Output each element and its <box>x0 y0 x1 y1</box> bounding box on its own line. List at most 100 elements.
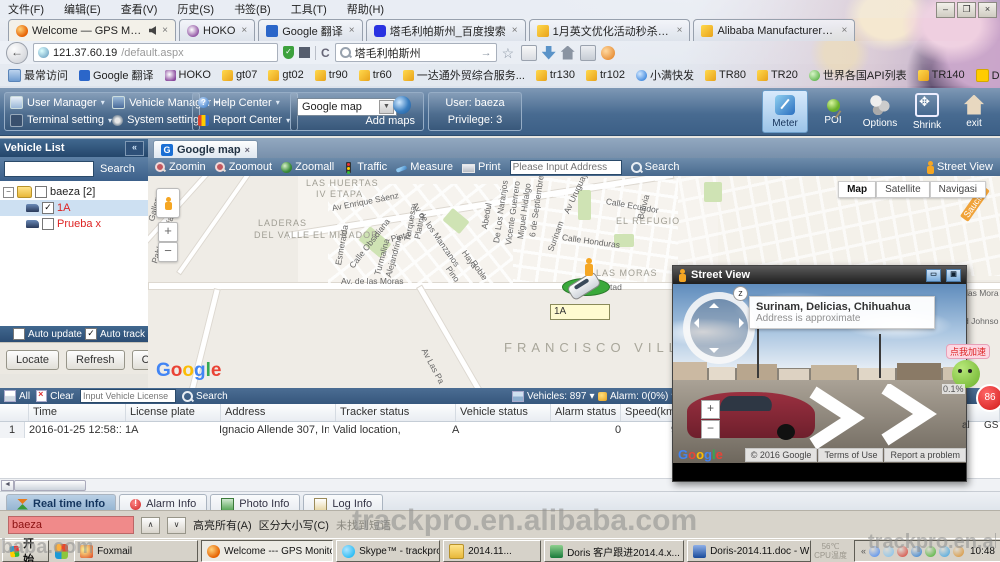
address-bar[interactable]: 121.37.60.19/default.aspx <box>33 43 278 62</box>
browser-tab[interactable]: Google 翻译× <box>258 19 362 41</box>
tree-expander-icon[interactable]: − <box>3 187 14 198</box>
quick-launch-icon[interactable] <box>55 544 68 559</box>
highlight-all-button[interactable]: 高亮所有(A) <box>193 517 252 533</box>
menu-item[interactable]: 文件(F) <box>8 1 44 17</box>
arrow-left-icon[interactable] <box>694 318 699 328</box>
vehicle-search-button[interactable]: Search <box>100 163 135 175</box>
vehicle-checkbox[interactable] <box>42 218 54 230</box>
go-arrow-icon[interactable]: → <box>481 47 492 59</box>
find-input[interactable] <box>8 516 134 534</box>
column-header[interactable]: Address <box>221 404 336 421</box>
add-maps-label[interactable]: Add maps <box>365 115 415 127</box>
menu-item[interactable]: 书签(B) <box>234 1 271 17</box>
table-search-button[interactable]: Search <box>182 391 228 402</box>
map-address-input[interactable] <box>510 160 622 175</box>
menu-item[interactable]: 历史(S) <box>177 1 214 17</box>
print-button[interactable]: Print <box>462 161 501 173</box>
menu-help-center[interactable]: ?Help Center▾ <box>198 97 292 109</box>
find-previous-icon[interactable]: ∧ <box>141 517 160 534</box>
vehicle-marker[interactable] <box>556 260 616 300</box>
scroll-left-icon[interactable]: ◄ <box>1 480 14 491</box>
close-icon[interactable]: × <box>677 25 683 36</box>
map-select[interactable]: Google map▼ <box>297 98 397 116</box>
bookmark-item[interactable]: gt02 <box>268 69 303 81</box>
taskbar-button[interactable]: Skype™ - trackpro18 <box>336 540 440 562</box>
arrow-right-icon[interactable] <box>739 318 744 328</box>
taskbar-button[interactable]: Foxmail <box>74 540 198 562</box>
bookmark-item[interactable]: TR20 <box>757 69 798 81</box>
options-button[interactable]: Options <box>858 90 902 133</box>
measure-button[interactable]: Measure <box>396 161 453 173</box>
bookmark-item[interactable]: HOKO <box>165 69 211 81</box>
street-view-image[interactable]: z Surinam, Delicias, Chihuahua Address i… <box>673 284 966 463</box>
bookmark-item[interactable]: tr60 <box>359 69 392 81</box>
column-header[interactable]: Alarm status <box>551 404 621 421</box>
zoomin-button[interactable]: Zoomin <box>155 161 206 173</box>
browser-tab[interactable]: HOKO× <box>179 19 255 41</box>
restore-icon[interactable]: ❐ <box>957 2 976 18</box>
search-bar[interactable]: 塔毛利帕斯州 → <box>335 43 497 62</box>
bookmark-item[interactable]: 一达通外贸综合服务... <box>403 67 525 83</box>
close-icon[interactable]: × <box>241 25 247 36</box>
zoom-out-button[interactable]: − <box>701 420 720 439</box>
column-header[interactable]: License plate <box>126 404 221 421</box>
column-header[interactable] <box>0 404 29 421</box>
taskbar-button[interactable]: Doris 客户跟进2014.4.x... <box>544 540 684 562</box>
license-filter-input[interactable] <box>80 389 176 403</box>
bookmark-item[interactable]: 小满快发 <box>636 67 694 83</box>
scroll-thumb[interactable] <box>14 480 86 491</box>
collapse-panel-icon[interactable]: « <box>125 141 144 156</box>
auto-track-checkbox[interactable]: ✓ <box>85 328 97 340</box>
bookmark-item[interactable]: TR80 <box>705 69 746 81</box>
vehicle-search-input[interactable] <box>4 161 94 177</box>
back-button[interactable]: ← <box>6 42 28 64</box>
map-type-navigasi[interactable]: Navigasi <box>930 181 986 198</box>
menu-item[interactable]: 查看(V) <box>121 1 158 17</box>
print-icon[interactable] <box>580 45 596 61</box>
download-icon[interactable] <box>542 46 556 60</box>
bookmark-item[interactable]: DHL开户 <box>976 67 1000 83</box>
menu-user-manager[interactable]: User Manager▾ <box>10 96 112 109</box>
zoomout-button[interactable]: Zoomout <box>215 161 272 173</box>
group-checkbox[interactable] <box>35 186 47 198</box>
tray-icon[interactable] <box>953 546 964 557</box>
close-icon[interactable]: × <box>841 25 847 36</box>
arrow-down-icon[interactable] <box>709 348 719 353</box>
tray-icon[interactable] <box>883 546 894 557</box>
compass-north-badge[interactable]: z <box>733 286 748 301</box>
zoom-out-button[interactable]: − <box>158 242 178 262</box>
column-header[interactable]: Speed(km... <box>621 404 678 421</box>
refresh-button[interactable]: Refresh <box>66 350 125 370</box>
bookmark-item[interactable]: Google 翻译 <box>79 67 154 83</box>
add-maps-icon[interactable] <box>393 96 411 114</box>
terms-link[interactable]: Terms of Use <box>818 448 883 462</box>
poi-button[interactable]: POI <box>811 90 855 133</box>
zoomall-button[interactable]: Zoomall <box>281 161 334 173</box>
start-button[interactable]: 开始 <box>2 540 49 562</box>
tray-icon[interactable] <box>897 546 908 557</box>
close-icon[interactable]: × <box>512 25 518 36</box>
traffic-button[interactable]: Traffic <box>343 161 387 173</box>
browser-tab[interactable]: 塔毛利帕斯州_百度搜索× <box>366 19 526 41</box>
close-icon[interactable]: × <box>978 2 997 18</box>
street-view-titlebar[interactable]: Street View ▭ ▣ <box>673 266 966 284</box>
taskbar-button[interactable]: Welcome --- GPS Monitor... <box>201 540 333 562</box>
vehicle-checkbox[interactable]: ✓ <box>42 202 54 214</box>
taskbar-button[interactable]: Doris-2014.11.doc - WP... <box>687 540 811 562</box>
match-case-checkbox[interactable]: 区分大小写(C) <box>259 517 329 533</box>
menu-item[interactable]: 帮助(H) <box>347 1 384 17</box>
browser-tab[interactable]: 1月英文优化活动秒杀活动× <box>529 19 691 41</box>
menu-report-center[interactable]: Report Center▾ <box>198 114 292 126</box>
column-header[interactable]: Vehicle status <box>456 404 551 421</box>
extension-icon[interactable] <box>299 47 310 58</box>
auto-update-checkbox[interactable] <box>13 328 25 340</box>
close-icon[interactable]: ▣ <box>946 269 961 282</box>
bookmark-item[interactable]: 世界各国API列表 <box>809 67 907 83</box>
column-header[interactable]: Tracker status <box>336 404 456 421</box>
report-problem-link[interactable]: Report a problem <box>884 448 966 462</box>
tray-icon[interactable] <box>939 546 950 557</box>
minimize-icon[interactable]: ▭ <box>926 269 941 282</box>
street-view-compass[interactable] <box>683 292 755 364</box>
marker-label[interactable]: 1A <box>550 304 610 320</box>
menu-item[interactable]: 工具(T) <box>291 1 327 17</box>
